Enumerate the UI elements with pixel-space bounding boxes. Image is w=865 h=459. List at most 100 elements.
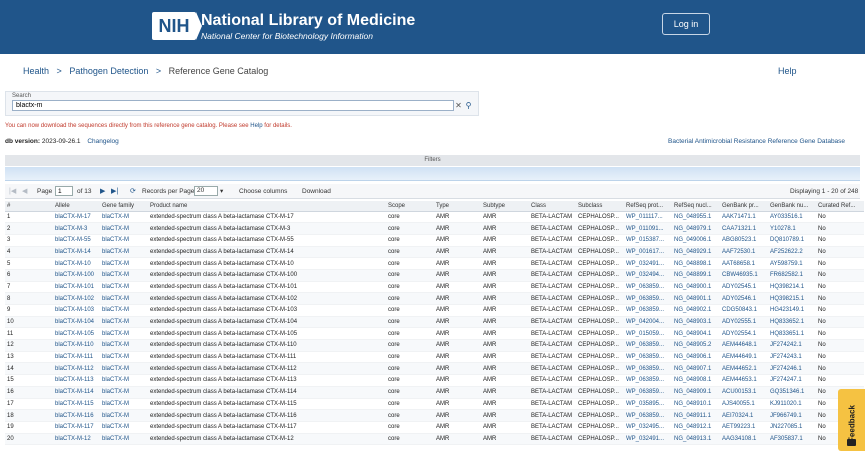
- column-header[interactable]: Type: [434, 201, 481, 212]
- table-cell[interactable]: blaCTX-M-17: [53, 211, 100, 224]
- table-cell[interactable]: CAA71321.1: [720, 222, 768, 235]
- table-row[interactable]: 16 blaCTX-M-114 blaCTX-M extended-spectrum …: [5, 386, 864, 399]
- table-row[interactable]: 15 blaCTX-M-113 blaCTX-M extended-spectrum …: [5, 374, 864, 387]
- table-cell[interactable]: AAG34108.1: [720, 433, 768, 446]
- table-cell[interactable]: blaCTX-M-3: [53, 222, 100, 235]
- table-cell[interactable]: blaCTX-M: [100, 234, 148, 247]
- column-header[interactable]: Curated Ref...: [816, 201, 864, 212]
- table-cell[interactable]: NG_048910.1: [672, 398, 720, 411]
- table-cell[interactable]: AF305837.1: [768, 433, 816, 446]
- table-cell[interactable]: AF252622.2: [768, 246, 816, 259]
- table-cell[interactable]: blaCTX-M-14: [53, 246, 100, 259]
- table-cell[interactable]: CDG50843.1: [720, 304, 768, 317]
- table-cell[interactable]: AY598759.1: [768, 257, 816, 270]
- table-cell[interactable]: blaCTX-M-102: [53, 292, 100, 305]
- column-header[interactable]: GenBank pr...: [720, 201, 768, 212]
- table-cell[interactable]: HQ833651.1: [768, 327, 816, 341]
- table-cell[interactable]: AET99223.1: [720, 421, 768, 434]
- reference-db-link[interactable]: Bacterial Antimicrobial Resistance Refer…: [668, 138, 845, 145]
- table-cell[interactable]: WP_032494...: [624, 269, 672, 282]
- table-cell[interactable]: blaCTX-M: [100, 409, 148, 422]
- table-cell[interactable]: blaCTX-M-12: [53, 433, 100, 446]
- column-header[interactable]: Allele: [53, 201, 100, 212]
- table-cell[interactable]: ADY02545.1: [720, 281, 768, 294]
- table-cell[interactable]: AY033516.1: [768, 211, 816, 224]
- table-cell[interactable]: NG_048911.1: [672, 409, 720, 422]
- table-cell[interactable]: JN227085.1: [768, 421, 816, 434]
- breadcrumb-health[interactable]: Health: [23, 66, 49, 76]
- table-cell[interactable]: GQ351346.1: [768, 386, 816, 399]
- column-header[interactable]: Class: [529, 201, 576, 212]
- column-header[interactable]: RefSeq prot...: [624, 201, 672, 212]
- nih-logo[interactable]: NIH: [152, 12, 202, 40]
- table-cell[interactable]: blaCTX-M: [100, 374, 148, 387]
- table-cell[interactable]: WP_063859...: [624, 281, 672, 294]
- table-cell[interactable]: AAF72530.1: [720, 246, 768, 259]
- table-cell[interactable]: FR682582.1: [768, 269, 816, 282]
- table-cell[interactable]: WP_015059...: [624, 327, 672, 341]
- table-cell[interactable]: blaCTX-M-111: [53, 351, 100, 364]
- table-cell[interactable]: NG_048955.1: [672, 211, 720, 224]
- table-cell[interactable]: blaCTX-M: [100, 292, 148, 305]
- table-cell[interactable]: blaCTX-M: [100, 304, 148, 317]
- table-cell[interactable]: NG_048899.1: [672, 269, 720, 282]
- table-cell[interactable]: blaCTX-M-116: [53, 409, 100, 422]
- table-cell[interactable]: AEM44649.1: [720, 351, 768, 364]
- column-header[interactable]: GenBank nu...: [768, 201, 816, 212]
- column-header[interactable]: RefSeq nucl...: [672, 201, 720, 212]
- table-row[interactable]: 1 blaCTX-M-17 blaCTX-M extended-spectrum cl…: [5, 211, 864, 224]
- table-cell[interactable]: blaCTX-M-117: [53, 421, 100, 434]
- first-page-icon[interactable]: |◀: [9, 187, 16, 196]
- table-cell[interactable]: blaCTX-M: [100, 327, 148, 341]
- table-cell[interactable]: WP_063859...: [624, 304, 672, 317]
- table-cell[interactable]: JF966749.1: [768, 409, 816, 422]
- table-row[interactable]: 19 blaCTX-M-117 blaCTX-M extended-spectrum …: [5, 421, 864, 434]
- download-button[interactable]: Download: [302, 187, 331, 196]
- table-cell[interactable]: AEM44652.1: [720, 362, 768, 376]
- table-cell[interactable]: WP_063859...: [624, 362, 672, 376]
- table-cell[interactable]: WP_032491...: [624, 257, 672, 270]
- column-header[interactable]: Product name: [148, 201, 386, 212]
- table-cell[interactable]: NG_048903.1: [672, 316, 720, 329]
- page-input[interactable]: [55, 186, 73, 196]
- table-cell[interactable]: WP_001617...: [624, 246, 672, 259]
- table-cell[interactable]: AAK71471.1: [720, 211, 768, 224]
- table-cell[interactable]: NG_048904.1: [672, 327, 720, 341]
- table-cell[interactable]: AJS40055.1: [720, 398, 768, 411]
- table-cell[interactable]: blaCTX-M: [100, 257, 148, 270]
- table-cell[interactable]: ADY02546.1: [720, 292, 768, 305]
- table-row[interactable]: 2 blaCTX-M-3 blaCTX-M extended-spectrum cla…: [5, 222, 864, 235]
- table-cell[interactable]: WP_032491...: [624, 433, 672, 446]
- table-row[interactable]: 8 blaCTX-M-102 blaCTX-M extended-spectrum c…: [5, 292, 864, 305]
- clear-icon[interactable]: ✕: [454, 100, 463, 111]
- next-page-icon[interactable]: ▶: [100, 187, 105, 196]
- table-cell[interactable]: HQ398214.1: [768, 281, 816, 294]
- table-cell[interactable]: NG_049006.1: [672, 234, 720, 247]
- table-cell[interactable]: AEM44648.1: [720, 339, 768, 352]
- filters-toggle[interactable]: Filters: [5, 155, 860, 166]
- table-cell[interactable]: AEI70324.1: [720, 409, 768, 422]
- table-cell[interactable]: blaCTX-M-105: [53, 327, 100, 341]
- table-cell[interactable]: NG_048913.1: [672, 433, 720, 446]
- table-cell[interactable]: NG_048898.1: [672, 257, 720, 270]
- table-cell[interactable]: ADY02555.1: [720, 316, 768, 329]
- table-cell[interactable]: ADY02554.1: [720, 327, 768, 341]
- table-cell[interactable]: blaCTX-M-113: [53, 374, 100, 387]
- table-cell[interactable]: blaCTX-M-115: [53, 398, 100, 411]
- table-row[interactable]: 9 blaCTX-M-103 blaCTX-M extended-spectrum c…: [5, 304, 864, 317]
- column-header[interactable]: Gene family: [100, 201, 148, 212]
- table-row[interactable]: 18 blaCTX-M-116 blaCTX-M extended-spectrum …: [5, 409, 864, 422]
- table-cell[interactable]: Y10278.1: [768, 222, 816, 235]
- table-cell[interactable]: blaCTX-M: [100, 222, 148, 235]
- table-cell[interactable]: WP_063859...: [624, 351, 672, 364]
- column-header[interactable]: Subtype: [481, 201, 529, 212]
- table-row[interactable]: 20 blaCTX-M-12 blaCTX-M extended-spectrum c…: [5, 433, 864, 446]
- table-cell[interactable]: blaCTX-M: [100, 398, 148, 411]
- table-cell[interactable]: NG_048906.1: [672, 351, 720, 364]
- table-cell[interactable]: WP_063859...: [624, 386, 672, 399]
- table-cell[interactable]: NG_048909.1: [672, 386, 720, 399]
- table-cell[interactable]: blaCTX-M: [100, 351, 148, 364]
- table-cell[interactable]: WP_063859...: [624, 339, 672, 352]
- chevron-down-icon[interactable]: ▾: [220, 187, 223, 196]
- breadcrumb-pathogen-detection[interactable]: Pathogen Detection: [69, 66, 148, 76]
